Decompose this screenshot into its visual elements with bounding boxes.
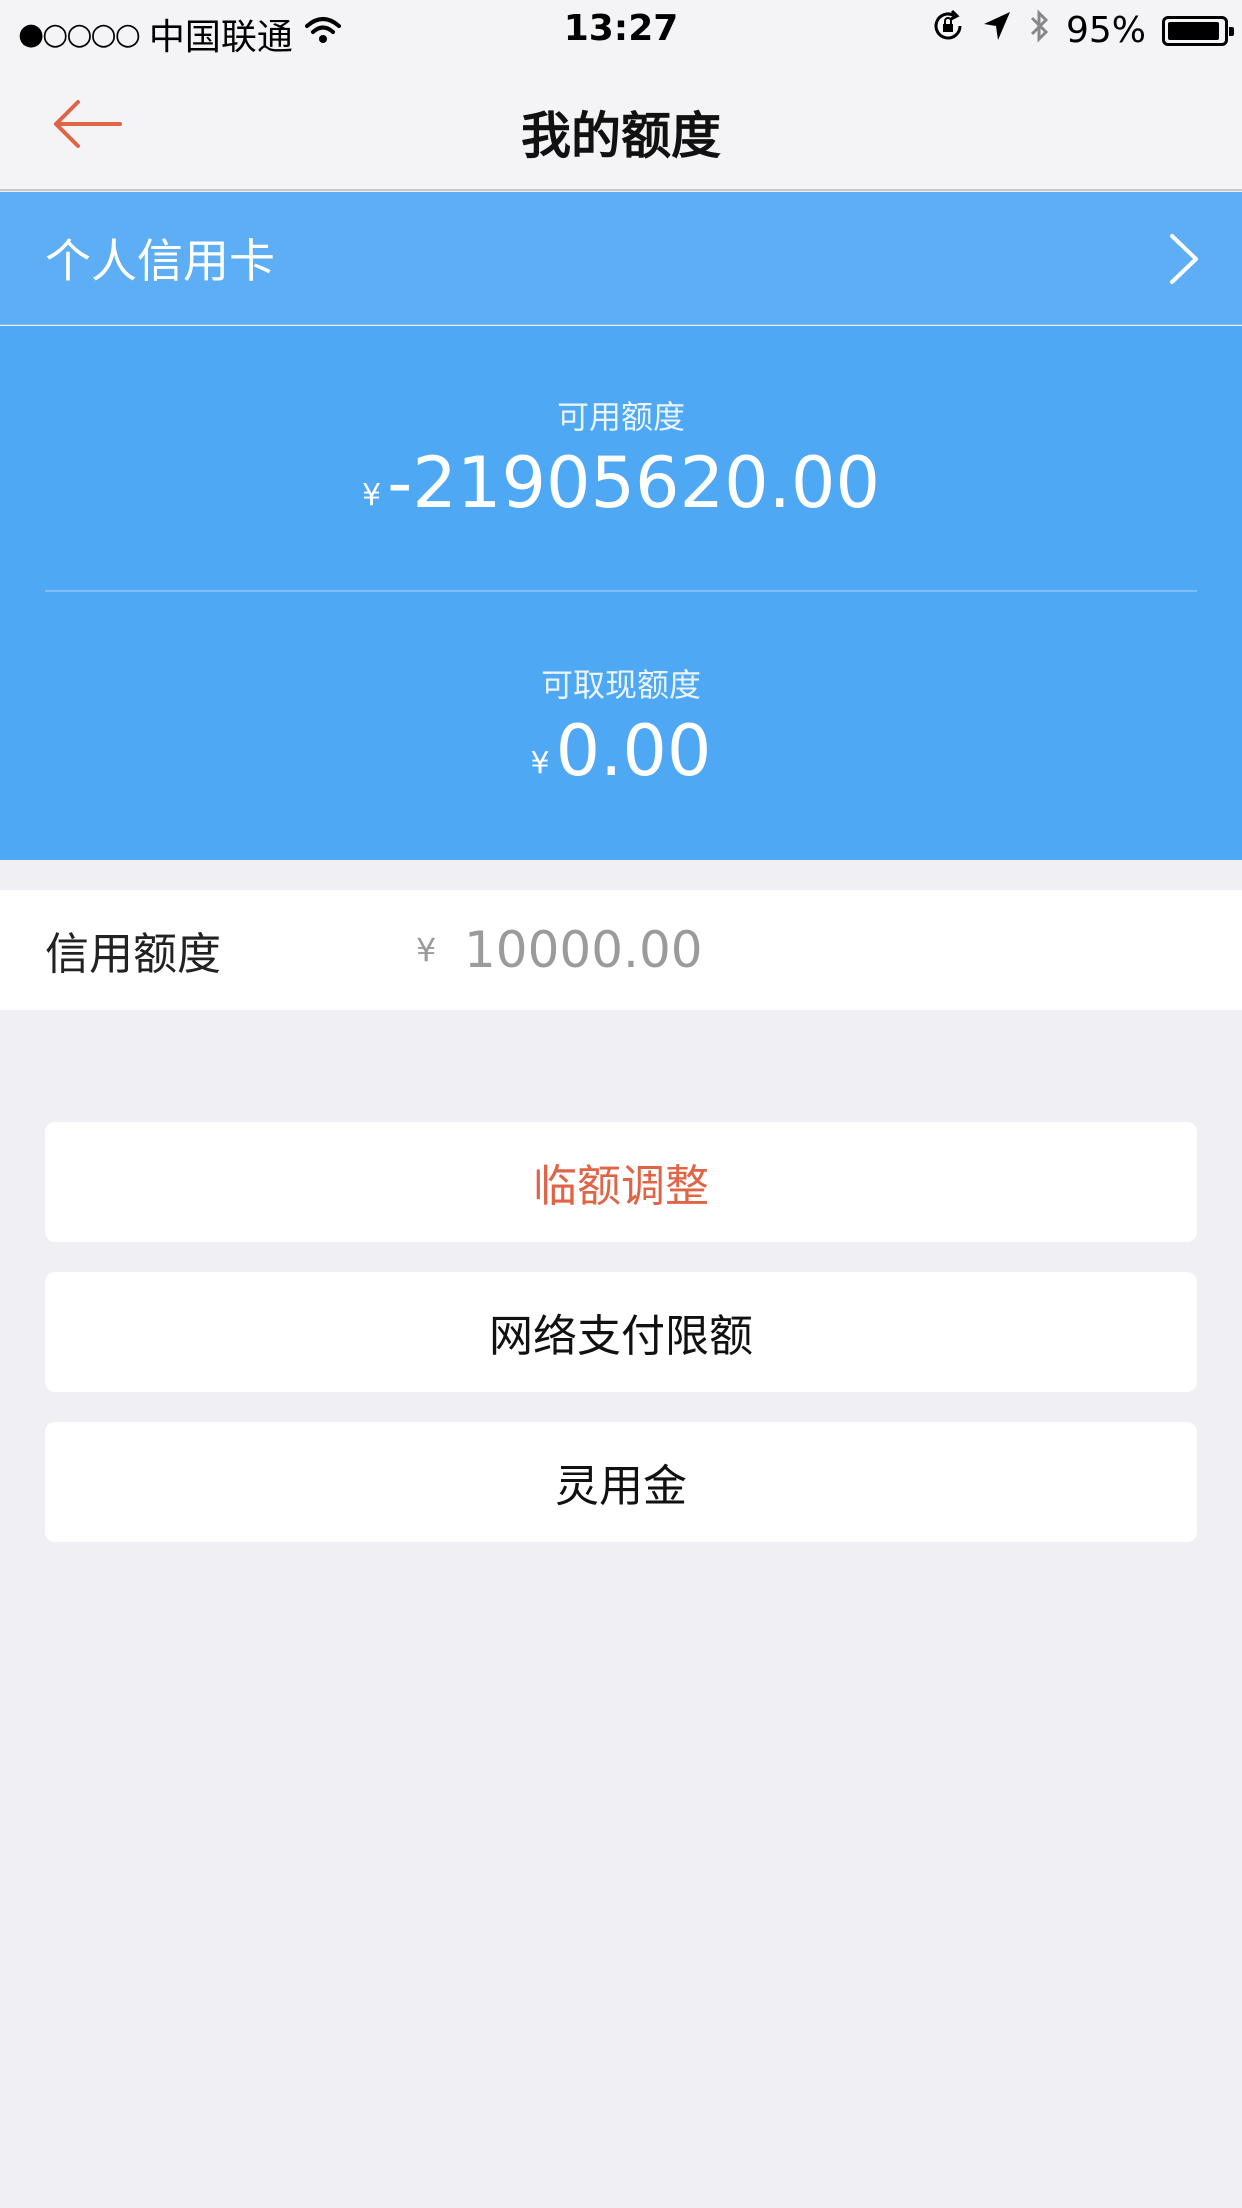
online-payment-limit-button[interactable]: 网络支付限额 [45, 1272, 1197, 1392]
battery-icon [1162, 15, 1234, 46]
cash-limit-label: 可取现额度 [540, 666, 701, 704]
currency-symbol: ¥ [416, 931, 437, 969]
card-selector[interactable]: 个人信用卡 [0, 192, 1242, 325]
cash-limit-amount: ¥0.00 [0, 710, 1242, 792]
credit-limit-label: 信用额度 [45, 929, 221, 980]
currency-symbol: ¥ [362, 478, 382, 513]
currency-symbol: ¥ [530, 746, 550, 781]
rotation-lock-icon [930, 8, 966, 53]
page-title: 我的额度 [521, 107, 721, 165]
available-limit-label: 可用额度 [556, 398, 685, 436]
navigation-bar: 我的额度 [0, 60, 1242, 191]
cash-limit: 可取现额度 ¥0.00 [0, 660, 1242, 792]
status-right: 95% [930, 8, 1234, 53]
credit-limit-row: 信用额度 ¥ 10000.00 [0, 890, 1242, 1010]
location-icon [982, 10, 1012, 51]
temporary-limit-adjust-button[interactable]: 临额调整 [45, 1122, 1197, 1242]
available-limit-amount: ¥-21905620.00 [0, 442, 1242, 524]
card-name: 个人信用卡 [45, 234, 275, 288]
bluetooth-icon [1028, 8, 1050, 53]
cash-limit-value: 0.00 [555, 710, 712, 792]
chevron-right-icon [1166, 232, 1202, 290]
available-limit: 可用额度 ¥-21905620.00 [0, 392, 1242, 524]
flexible-cash-button[interactable]: 灵用金 [45, 1422, 1197, 1542]
divider [45, 590, 1197, 592]
battery-level [1168, 21, 1220, 40]
amount-panel: 可用额度 ¥-21905620.00 可取现额度 ¥0.00 [0, 326, 1242, 860]
available-limit-value: -21905620.00 [387, 442, 880, 524]
credit-limit-value: 10000.00 [464, 921, 703, 979]
battery-percent: 95% [1065, 10, 1146, 51]
status-bar: ●○○○○ 中国联通 13:27 95% [0, 0, 1242, 60]
